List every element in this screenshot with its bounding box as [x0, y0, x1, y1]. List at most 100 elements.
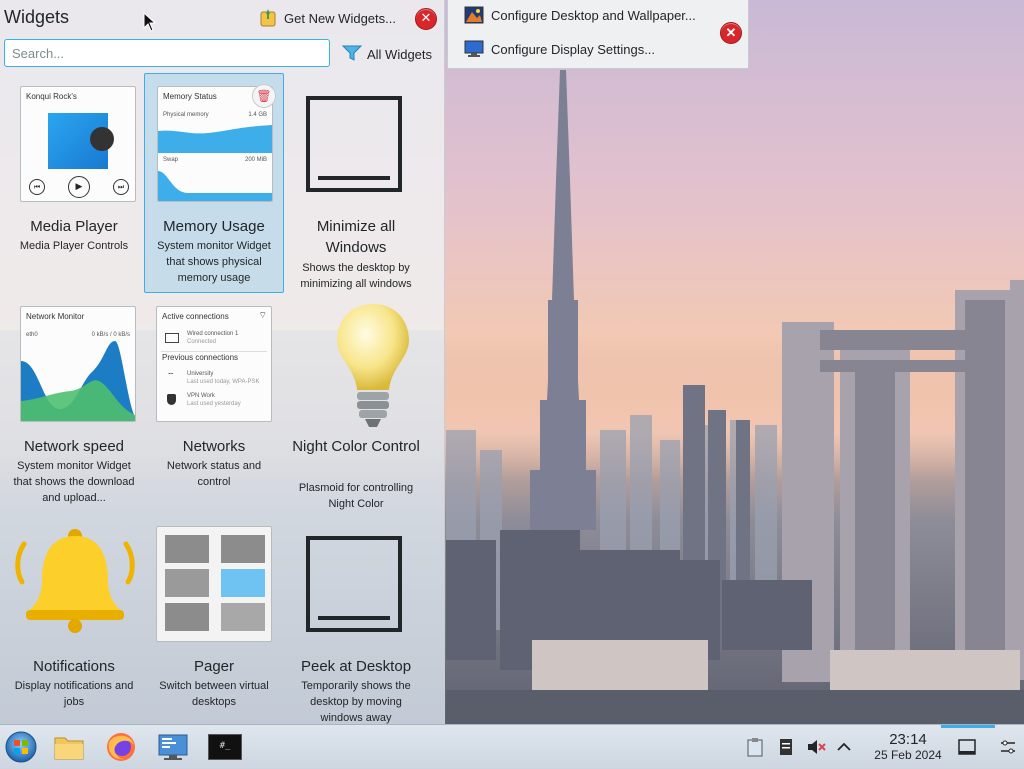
physical-memory-graph [158, 125, 272, 153]
close-menu-button[interactable]: ✕ [720, 22, 742, 44]
connection-3-status: Last used yesterday [187, 401, 241, 407]
network-speed-preview: Network Monitor eth0 0 kB/s / 0 kB/s [20, 306, 138, 424]
close-icon: ✕ [420, 11, 432, 26]
widget-night-color[interactable]: Night Color Control Plasmoid for control… [286, 294, 426, 514]
widget-description: Plasmoid for controlling Night Color [298, 482, 414, 510]
pager-desktop-1 [165, 535, 209, 563]
start-menu-button[interactable] [4, 730, 38, 764]
widget-description: Temporarily shows the desktop by moving … [301, 680, 411, 724]
digital-clock[interactable]: 23:14 25 Feb 2024 [858, 731, 958, 763]
configure-desktop-wallpaper-item[interactable]: Configure Desktop and Wallpaper... [464, 6, 696, 24]
swap-value: 200 MiB [244, 157, 267, 163]
widget-description: Media Player Controls [19, 240, 129, 252]
active-indicator [941, 725, 995, 728]
terminal-button[interactable]: #_ [208, 730, 242, 764]
connection-2-status: Last used today, WPA-PSK [187, 379, 260, 385]
widget-pager[interactable]: Pager Switch between virtual desktops [144, 514, 284, 724]
prev-track-icon[interactable]: ⏮ [29, 179, 45, 195]
widget-name: Network speed [23, 438, 125, 455]
clock-time: 23:14 [889, 731, 927, 748]
all-widgets-filter-button[interactable]: All Widgets [341, 44, 433, 65]
system-settings-icon [158, 734, 188, 760]
panel-config-icon [1001, 740, 1015, 754]
clipboard-tray-button[interactable] [745, 737, 765, 757]
start-orb-icon [5, 731, 37, 763]
media-player-preview: Konqui Rock's ⏮ ▶ ⏭ [20, 86, 138, 204]
get-new-widgets-button[interactable]: Get New Widgets... [258, 7, 396, 29]
folder-icon [54, 737, 84, 760]
widget-network-speed[interactable]: Network Monitor eth0 0 kB/s / 0 kB/s Net… [4, 294, 144, 514]
widget-name: Pager [193, 658, 235, 675]
close-icon: ✕ [725, 25, 737, 40]
get-new-widgets-icon [258, 8, 278, 28]
bell-icon [15, 529, 135, 633]
vpn-shield-icon [167, 394, 176, 405]
widget-description: Display notifications and jobs [14, 680, 134, 708]
notifications-preview [10, 524, 135, 642]
widget-notifications[interactable]: Notifications Display notifications and … [4, 514, 144, 724]
close-panel-button[interactable]: ✕ [415, 8, 437, 30]
widget-name: Notifications [33, 658, 115, 675]
connection-2-name: University [187, 371, 214, 377]
media-card-title: Konqui Rock's [26, 92, 77, 101]
widget-minimize-all[interactable]: Minimize all Windows Shows the desktop b… [286, 74, 426, 294]
show-desktop-icon [958, 739, 976, 755]
desktop-context-menu: Configure Desktop and Wallpaper... Confi… [447, 0, 749, 69]
swap-graph [158, 171, 272, 201]
show-hidden-icons-button[interactable] [834, 737, 854, 757]
physical-memory-value: 1.4 GB [248, 112, 267, 118]
wired-icon [165, 333, 179, 343]
display-settings-icon [464, 40, 484, 58]
search-input[interactable] [4, 39, 330, 67]
widget-name: Memory Usage [163, 218, 265, 235]
wifi-icon: ⌔ [167, 371, 175, 380]
widget-networks[interactable]: Active connections ⌔ Wired connection 1 … [144, 294, 284, 514]
configure-display-settings-item[interactable]: Configure Display Settings... [464, 40, 655, 58]
panel-settings-button[interactable] [998, 737, 1018, 757]
remove-widget-button[interactable]: 🗑 [252, 84, 276, 108]
widget-name: Networks [182, 438, 246, 455]
widget-peek-at-desktop[interactable]: Peek at Desktop Temporarily shows the de… [286, 514, 426, 724]
configure-desktop-label: Configure Desktop and Wallpaper... [491, 7, 696, 23]
pager-preview [156, 526, 274, 644]
clipboard-icon [747, 738, 763, 757]
minimize-all-preview [306, 96, 424, 214]
album-art [48, 113, 114, 169]
notes-tray-button[interactable] [776, 737, 796, 757]
panel-title: Widgets [4, 7, 70, 27]
memory-card-title: Memory Status [163, 92, 217, 101]
widget-name: Media Player [30, 218, 118, 235]
pager-desktop-3 [165, 569, 209, 597]
get-new-widgets-label: Get New Widgets... [284, 10, 396, 26]
networks-preview: Active connections ⌔ Wired connection 1 … [156, 306, 274, 424]
widget-name: Minimize all Windows [316, 218, 396, 256]
volume-tray-button[interactable] [806, 737, 826, 757]
interface-label: eth0 [26, 332, 38, 338]
volume-muted-icon [808, 740, 826, 754]
system-settings-button[interactable] [156, 730, 190, 764]
night-color-preview [314, 300, 432, 427]
active-connections-title: Active connections [162, 312, 229, 321]
widget-media-player[interactable]: Konqui Rock's ⏮ ▶ ⏭ Media Player Media P… [4, 74, 144, 294]
previous-connections-title: Previous connections [162, 353, 239, 362]
connection-1-name: Wired connection 1 [187, 331, 239, 337]
play-icon[interactable]: ▶ [68, 176, 90, 198]
filter-label: All Widgets [367, 47, 433, 62]
pager-desktop-2 [221, 535, 265, 563]
chevron-up-icon [837, 742, 851, 751]
widget-description: Network status and control [166, 460, 262, 488]
taskbar: #_ 23:14 25 Feb 2024 [0, 724, 1024, 769]
widget-name: Peek at Desktop [300, 658, 412, 675]
clock-date: 25 Feb 2024 [874, 748, 942, 762]
show-desktop-button[interactable] [957, 737, 977, 757]
widget-explorer-panel: Widgets Get New Widgets... ✕ All Widgets… [0, 0, 445, 724]
trash-icon: 🗑 [256, 89, 272, 103]
firefox-button[interactable] [104, 730, 138, 764]
configure-display-label: Configure Display Settings... [491, 41, 656, 57]
connection-3-name: VPN Work [187, 393, 215, 399]
file-manager-button[interactable] [52, 730, 86, 764]
widget-name: Night Color Control [292, 438, 420, 455]
next-track-icon[interactable]: ⏭ [113, 179, 129, 195]
peek-desktop-icon [306, 536, 402, 632]
network-rate-value: 0 kB/s / 0 kB/s [91, 332, 130, 338]
